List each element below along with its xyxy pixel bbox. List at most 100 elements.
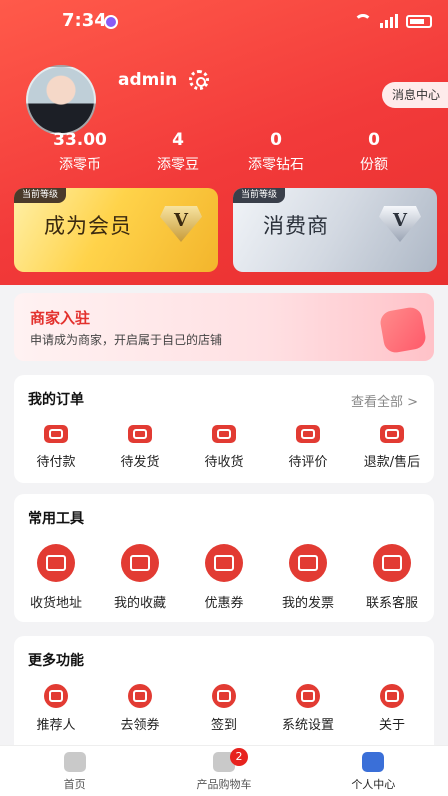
tab-profile[interactable]: 个人中心 <box>299 746 448 796</box>
more-grid: 推荐人 去领券 签到 系统设置 关于 <box>14 684 434 733</box>
member-level-card[interactable]: 当前等级 成为会员 V <box>14 188 218 272</box>
profile-header: 7:34 admin 消息中心 33.00 添零币 4 添零豆 0 添零钻石 0… <box>0 0 448 285</box>
merchant-subtitle: 申请成为商家，开启属于自己的店铺 <box>30 333 223 347</box>
referrer-icon <box>44 684 68 708</box>
wallet-icon <box>44 425 68 443</box>
consumer-level-card[interactable]: 当前等级 消费商 V <box>233 188 437 272</box>
see-all-orders-link[interactable]: 查看全部 > <box>351 391 418 410</box>
merchant-join-banner[interactable]: 商家入驻 申请成为商家，开启属于自己的店铺 <box>14 293 434 361</box>
stat-beans[interactable]: 4 添零豆 <box>128 130 228 174</box>
tools-grid: 收货地址 我的收藏 优惠券 我的发票 联系客服 <box>14 544 434 611</box>
tool-invoices[interactable]: 我的发票 <box>266 544 350 611</box>
stat-label: 添零钻石 <box>248 157 304 173</box>
stat-coins[interactable]: 33.00 添零币 <box>30 130 130 174</box>
tool-label: 我的收藏 <box>113 596 166 611</box>
order-pending-review[interactable]: 待评价 <box>266 425 350 470</box>
tool-label: 联系客服 <box>365 596 418 611</box>
battery-icon <box>406 14 432 28</box>
vip-badge-letter: V <box>174 210 188 231</box>
message-center-button[interactable]: 消息中心 <box>381 82 448 108</box>
orders-card: 我的订单 查看全部 > 待付款 待发货 待收货 待评价 退款/售后 <box>14 375 434 483</box>
more-label: 签到 <box>210 718 237 733</box>
info-icon <box>380 684 404 708</box>
tab-label: 个人中心 <box>351 778 396 791</box>
order-label: 待发货 <box>120 455 160 470</box>
more-title: 更多功能 <box>28 653 84 669</box>
tool-label: 收货地址 <box>29 596 82 611</box>
more-referrer[interactable]: 推荐人 <box>14 684 98 733</box>
order-pending-shipment[interactable]: 待发货 <box>98 425 182 470</box>
more-about[interactable]: 关于 <box>350 684 434 733</box>
heart-folder-icon <box>121 544 159 582</box>
tab-cart[interactable]: 2 产品购物车 <box>149 746 298 796</box>
tool-favorites[interactable]: 我的收藏 <box>98 544 182 611</box>
order-pending-payment[interactable]: 待付款 <box>14 425 98 470</box>
order-label: 待收货 <box>204 455 244 470</box>
level-name: 成为会员 <box>44 214 132 238</box>
more-check-in[interactable]: 签到 <box>182 684 266 733</box>
stat-value: 0 <box>270 130 282 150</box>
username[interactable]: admin <box>118 70 177 90</box>
refund-icon <box>380 425 404 443</box>
tool-label: 我的发票 <box>281 596 334 611</box>
tool-label: 优惠券 <box>204 596 244 611</box>
stat-label: 添零豆 <box>157 157 199 173</box>
stat-diamonds[interactable]: 0 添零钻石 <box>226 130 326 174</box>
order-label: 待付款 <box>36 455 76 470</box>
cart-count-badge: 2 <box>229 748 248 766</box>
ticket-icon <box>128 684 152 708</box>
avatar[interactable] <box>26 65 96 135</box>
stats-row: 33.00 添零币 4 添零豆 0 添零钻石 0 份额 <box>0 130 448 174</box>
package-icon <box>128 425 152 443</box>
merchant-title: 商家入驻 <box>30 309 91 327</box>
vip-badge-letter: V <box>393 210 407 231</box>
headset-icon <box>373 544 411 582</box>
vip-badge-icon: V <box>379 206 421 242</box>
level-tag: 当前等级 <box>233 188 286 203</box>
home-icon <box>63 752 86 772</box>
level-name: 消费商 <box>263 214 329 238</box>
more-label: 去领券 <box>120 718 160 733</box>
tool-address[interactable]: 收货地址 <box>14 544 98 611</box>
order-pending-receipt[interactable]: 待收货 <box>182 425 266 470</box>
invoice-icon <box>289 544 327 582</box>
profile-icon <box>362 752 385 772</box>
stat-value: 0 <box>368 130 380 150</box>
notification-icon <box>104 15 118 29</box>
more-features-card: 更多功能 推荐人 去领券 签到 系统设置 关于 <box>14 636 434 756</box>
review-icon <box>296 425 320 443</box>
calendar-icon <box>212 684 236 708</box>
location-icon <box>37 544 75 582</box>
signal-icon <box>380 14 398 28</box>
more-label: 系统设置 <box>281 718 334 733</box>
tools-card: 常用工具 收货地址 我的收藏 优惠券 我的发票 联系客服 <box>14 494 434 622</box>
vip-badge-icon: V <box>160 206 202 242</box>
tools-title: 常用工具 <box>28 511 84 527</box>
order-label: 待评价 <box>288 455 328 470</box>
more-label: 推荐人 <box>36 718 76 733</box>
more-system-settings[interactable]: 系统设置 <box>266 684 350 733</box>
stat-label: 添零币 <box>59 157 101 173</box>
level-tag: 当前等级 <box>14 188 67 203</box>
order-label: 退款/售后 <box>363 455 421 470</box>
coupon-icon <box>205 544 243 582</box>
store-decoration-icon <box>378 305 428 355</box>
orders-grid: 待付款 待发货 待收货 待评价 退款/售后 <box>14 425 434 470</box>
tool-coupons[interactable]: 优惠券 <box>182 544 266 611</box>
more-label: 关于 <box>378 718 405 733</box>
more-get-coupons[interactable]: 去领券 <box>98 684 182 733</box>
settings-gear-icon[interactable] <box>189 70 209 90</box>
orders-title: 我的订单 <box>28 392 84 408</box>
status-time: 7:34 <box>62 10 107 31</box>
stat-value: 4 <box>172 130 184 150</box>
status-bar: 7:34 <box>0 0 448 44</box>
stat-value: 33.00 <box>53 130 107 150</box>
tab-home[interactable]: 首页 <box>0 746 149 796</box>
tool-customer-service[interactable]: 联系客服 <box>350 544 434 611</box>
tab-label: 产品购物车 <box>196 778 252 791</box>
status-icons <box>354 14 432 28</box>
order-refund[interactable]: 退款/售后 <box>350 425 434 470</box>
stat-shares[interactable]: 0 份额 <box>324 130 424 174</box>
stat-label: 份额 <box>360 157 388 173</box>
wifi-icon <box>354 14 372 28</box>
